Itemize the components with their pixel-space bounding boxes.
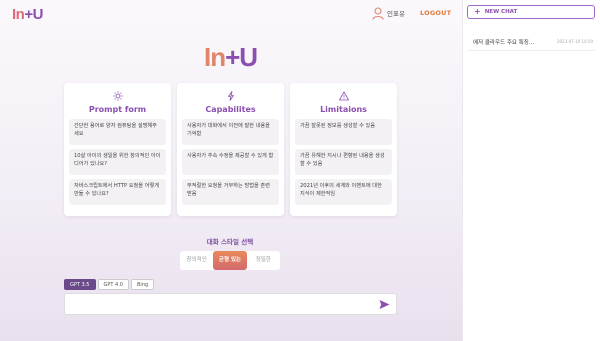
main-logo-text-in: In xyxy=(204,42,226,72)
main-logo: In+U xyxy=(204,42,258,73)
logout-button[interactable]: LOGOUT xyxy=(420,9,451,17)
prompt-example[interactable]: 10살 아이의 생일을 위한 창의적인 아이디어가 있나요? xyxy=(69,149,166,175)
message-input-box xyxy=(64,293,397,318)
model-tab-bing[interactable]: Bing xyxy=(131,279,155,290)
capability-item: 부적절한 요청을 거부하는 방법을 훈련받음 xyxy=(182,179,279,205)
capability-item: 사용자가 추속 수정을 제공할 수 있게 함 xyxy=(182,149,279,175)
card-title: Limitaions xyxy=(320,105,367,114)
send-icon[interactable] xyxy=(379,299,390,310)
sun-icon xyxy=(112,91,123,101)
user-name: 인표유 xyxy=(387,10,405,18)
prompt-form-card: Prompt form 간단한 용어로 양자 컴퓨팅을 설명해주세요 10살 아… xyxy=(64,83,171,216)
style-option-creative[interactable]: 창의적인 xyxy=(180,251,213,270)
lightning-icon xyxy=(227,91,234,101)
model-selector: GPT 3.5 GPT 4.0 Bing xyxy=(64,279,155,290)
app-logo[interactable]: In+U xyxy=(12,6,43,23)
plus-icon: + xyxy=(474,7,481,16)
chat-history-date: 2023-07-19 10:59 xyxy=(556,39,593,44)
warning-icon xyxy=(338,91,349,101)
limitations-card: Limitaions 가끔 잘못된 정보를 생성할 수 있음 가끔 유해한 지시… xyxy=(290,83,397,216)
chat-history-panel xyxy=(462,0,600,341)
conversation-style-title: 대화 스타일 선택 xyxy=(206,238,254,246)
message-input[interactable] xyxy=(65,297,365,318)
conversation-style-toggle: 창의적인 균형 있는 정밀한 xyxy=(180,251,280,270)
model-tab-gpt35[interactable]: GPT 3.5 xyxy=(64,279,96,290)
limitation-item: 가끔 잘못된 정보를 생성할 수 있음 xyxy=(295,119,392,145)
chat-history-item[interactable]: 에저 클라우드 주요 특징... 2023-07-19 10:59 xyxy=(467,33,595,51)
chat-history-title: 에저 클라우드 주요 특징... xyxy=(473,39,535,46)
new-chat-button[interactable]: + NEW CHAT xyxy=(467,5,595,19)
card-title: Capabilites xyxy=(205,105,256,114)
capability-item: 사용자가 대화에서 이전에 말한 내용을 기억함 xyxy=(182,119,279,145)
prompt-example[interactable]: 간단한 용어로 양자 컴퓨팅을 설명해주세요 xyxy=(69,119,166,145)
style-option-precise[interactable]: 정밀한 xyxy=(247,251,280,270)
user-menu[interactable]: 인표유 xyxy=(372,6,405,20)
capabilities-card: Capabilites 사용자가 대화에서 이전에 말한 내용을 기억함 사용자… xyxy=(177,83,284,216)
style-option-balanced[interactable]: 균형 있는 xyxy=(213,251,247,270)
model-tab-gpt40[interactable]: GPT 4.0 xyxy=(97,279,129,290)
user-icon xyxy=(372,6,384,20)
logo-text-plus-u: +U xyxy=(24,6,43,23)
limitation-item: 가끔 유해한 지시나 편향된 내용을 생성할 수 있음 xyxy=(295,149,392,175)
limitation-item: 2021년 이후의 세계와 이벤트에 대한 지식이 제한적임 xyxy=(295,179,392,205)
new-chat-label: NEW CHAT xyxy=(484,9,518,15)
prompt-example[interactable]: 자바스크립트에서 HTTP 요청을 어떻게 만들 수 있나요? xyxy=(69,179,166,205)
main-logo-text-plus-u: +U xyxy=(225,42,258,72)
card-title: Prompt form xyxy=(88,105,147,114)
logo-text-in: In xyxy=(12,6,25,23)
